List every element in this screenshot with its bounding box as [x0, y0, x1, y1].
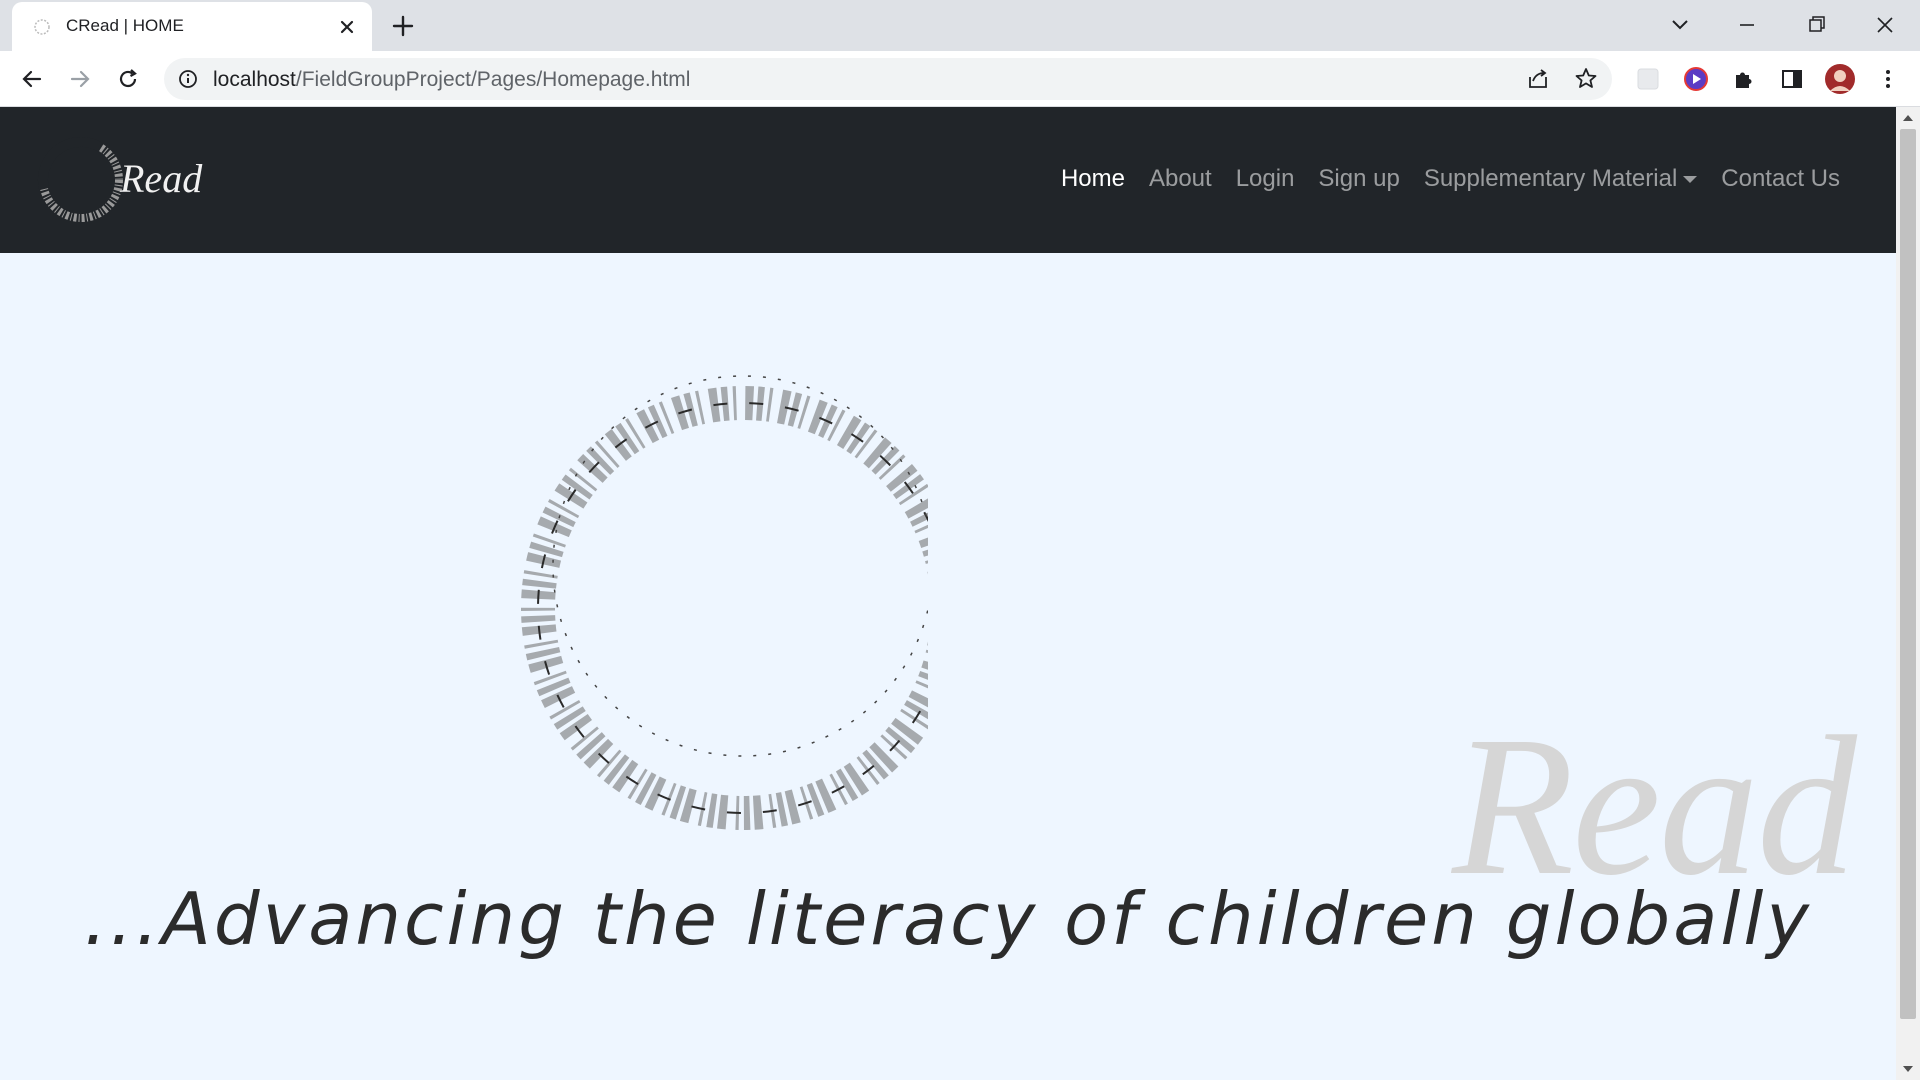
browser-tab[interactable]: CRead | HOME — [12, 2, 372, 51]
browser-toolbar: localhost/FieldGroupProject/Pages/Homepa… — [0, 51, 1920, 107]
hero-logo: Read — [520, 342, 1857, 907]
tab-title: CRead | HOME — [66, 16, 184, 35]
site-info-icon[interactable] — [178, 69, 198, 89]
nav-link-sign-up[interactable]: Sign up — [1306, 159, 1411, 199]
forward-icon[interactable] — [66, 65, 94, 93]
share-icon[interactable] — [1524, 65, 1552, 93]
nav-dropdown-supplementary-material[interactable]: Supplementary Material — [1412, 159, 1709, 199]
side-panel-icon[interactable] — [1778, 65, 1806, 93]
reload-icon[interactable] — [114, 65, 142, 93]
nav-link-home[interactable]: Home — [1049, 159, 1137, 199]
profile-avatar[interactable] — [1824, 63, 1856, 95]
nav-dropdown-label: Supplementary Material — [1423, 165, 1678, 192]
extensions-puzzle-icon[interactable] — [1730, 65, 1758, 93]
nav-link-about[interactable]: About — [1137, 159, 1224, 199]
back-icon[interactable] — [18, 65, 46, 93]
address-bar[interactable]: localhost/FieldGroupProject/Pages/Homepa… — [164, 58, 1612, 100]
address-url: localhost/FieldGroupProject/Pages/Homepa… — [213, 68, 690, 92]
url-path: /FieldGroupProject/Pages/Homepage.html — [295, 68, 691, 91]
caret-down-icon — [1683, 176, 1698, 184]
close-tab-icon[interactable] — [336, 16, 358, 38]
nav-link-login[interactable]: Login — [1224, 159, 1307, 199]
brand-text: Read — [120, 156, 203, 201]
page-scrollbar[interactable] — [1896, 107, 1920, 1080]
nav-link-contact-us[interactable]: Contact Us — [1709, 159, 1852, 199]
brand-logo[interactable]: Read — [36, 125, 206, 235]
site-navbar: Read Home About Login Sign up Supplement… — [0, 107, 1896, 253]
hero-tagline: ...Advancing the literacy of children gl… — [83, 877, 1812, 961]
scroll-up-arrow-icon[interactable] — [1902, 113, 1914, 123]
tab-search-chevron-icon[interactable] — [1660, 10, 1700, 40]
nav-links: Home About Login Sign up Supplementary M… — [1049, 159, 1852, 199]
close-window-icon[interactable] — [1865, 10, 1905, 40]
url-host: localhost — [213, 68, 296, 91]
new-tab-icon[interactable] — [390, 13, 416, 39]
page-viewport: Read Home About Login Sign up Supplement… — [0, 107, 1896, 1080]
browser-menu-icon[interactable] — [1874, 65, 1902, 93]
scroll-down-arrow-icon[interactable] — [1902, 1064, 1914, 1074]
page-favicon-icon — [34, 19, 50, 35]
tab-strip: CRead | HOME — [0, 0, 1920, 51]
minimize-icon[interactable] — [1727, 10, 1767, 40]
bookmark-star-icon[interactable] — [1572, 65, 1600, 93]
extension-placeholder-icon[interactable] — [1634, 65, 1662, 93]
restore-icon[interactable] — [1796, 10, 1836, 40]
scroll-thumb[interactable] — [1900, 129, 1916, 1019]
children-circle-icon — [521, 375, 940, 830]
extension-play-icon[interactable] — [1682, 65, 1710, 93]
